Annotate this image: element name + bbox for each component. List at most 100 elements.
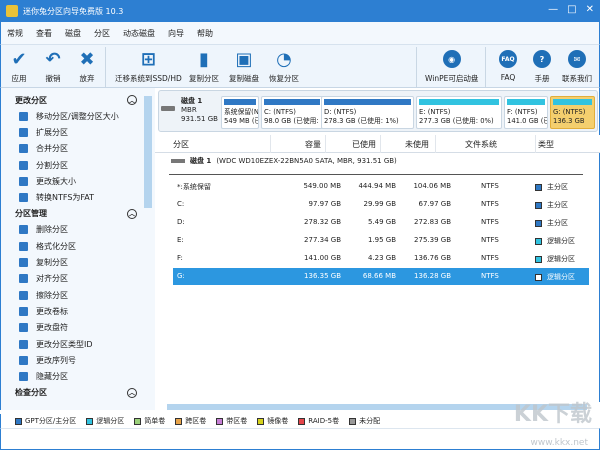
apply-button[interactable]: ✔ 应用 — [9, 49, 29, 84]
manual-button[interactable]: ? 手册 — [532, 49, 552, 84]
section-change-partition[interactable]: 更改分区 ︿ — [1, 92, 155, 108]
cell: 136.35 GB — [304, 272, 341, 280]
migrate-os-button[interactable]: ⊞ 迁移系统到SSD/HD — [115, 49, 182, 84]
legend-swatch-icon — [298, 417, 306, 425]
title-bar: 迷你兔分区向导免费版 10.3 — □ ✕ — [0, 0, 600, 22]
menu-help[interactable]: 帮助 — [197, 28, 213, 39]
copy-disk-button[interactable]: ▣ 复制磁盘 — [229, 49, 259, 84]
legend-swatch-icon — [216, 417, 224, 425]
copy-partition-button[interactable]: ▮ 复制分区 — [189, 49, 219, 84]
legend-item: 简单卷 — [134, 416, 165, 426]
faq-button[interactable]: FAQ FAQ — [498, 49, 518, 82]
menu-partition[interactable]: 分区 — [94, 28, 110, 39]
sidebar-item-icon — [19, 323, 28, 333]
cell: G: — [177, 272, 185, 280]
sidebar-item-icon — [19, 127, 28, 137]
menu-disk[interactable]: 磁盘 — [65, 28, 81, 39]
legend-swatch-icon — [257, 417, 265, 425]
menu-wizard[interactable]: 向导 — [168, 28, 184, 39]
legend-item: 未分配 — [349, 416, 380, 426]
recover-partition-button[interactable]: ◔ 恢复分区 — [269, 49, 299, 84]
checkmark-icon: ✔ — [11, 48, 27, 70]
table-row[interactable]: D: 278.32 GB 5.49 GB 272.83 GB NTFS 主分区 — [173, 214, 589, 231]
menu-general[interactable]: 常规 — [7, 28, 23, 39]
discard-button[interactable]: ✖ 放弃 — [77, 49, 97, 84]
collapse-icon[interactable]: ︿ — [127, 208, 137, 219]
cell: 29.99 GB — [363, 200, 397, 208]
partition-block[interactable]: D: (NTFS) 278.3 GB (已使用: 1%) — [321, 96, 414, 129]
partition-bar — [419, 99, 499, 105]
undo-button[interactable]: ↶ 撤销 — [43, 49, 63, 84]
sidebar-item[interactable]: 更改分区类型ID — [1, 336, 155, 352]
sidebar: 更改分区 ︿ 移动分区/调整分区大小 扩展分区 合并分区 分割分区 更改簇大小 转换NTFS… — [0, 88, 155, 410]
main-panel: 磁盘 1MBR931.51 GB 系统保留(NTFS)549 MB (已使用: … — [155, 88, 600, 410]
disc-icon: ◉ — [442, 50, 461, 68]
sidebar-item[interactable]: 擦除分区 — [1, 287, 155, 303]
cell: 5.49 GB — [367, 218, 396, 226]
table-row[interactable]: *:系统保留 549.00 MB 444.94 MB 104.06 MB NTFS 主分区 — [173, 178, 589, 195]
menu-view[interactable]: 查看 — [36, 28, 52, 39]
cell: 逻辑分区 — [535, 236, 575, 246]
col-used[interactable]: 已使用 — [352, 139, 376, 150]
partition-block[interactable]: G: (NTFS) 136.3 GB — [550, 96, 595, 129]
sidebar-item[interactable]: 对齐分区 — [1, 271, 155, 287]
sidebar-item[interactable]: 更改序列号 — [1, 352, 155, 368]
menu-dynamic-disk[interactable]: 动态磁盘 — [123, 28, 155, 39]
legend-item: 镜像卷 — [257, 416, 288, 426]
cell: 逻辑分区 — [535, 272, 575, 282]
col-unused[interactable]: 未使用 — [405, 139, 429, 150]
cell: 136.28 GB — [414, 272, 451, 280]
table-row[interactable]: G: 136.35 GB 68.66 MB 136.28 GB NTFS 逻辑分区 — [173, 268, 589, 285]
sidebar-item-icon — [19, 144, 28, 154]
collapse-icon[interactable]: ︿ — [127, 387, 137, 398]
sidebar-item[interactable]: 隐藏分区 — [1, 368, 155, 384]
col-type[interactable]: 类型 — [538, 139, 554, 150]
cell: NTFS — [481, 200, 499, 208]
sidebar-scrollbar[interactable] — [144, 96, 152, 208]
sidebar-item[interactable]: 分割分区 — [1, 157, 155, 173]
col-partition[interactable]: 分区 — [173, 139, 189, 150]
sidebar-item[interactable]: 更改盘符 — [1, 320, 155, 336]
cell: 主分区 — [535, 218, 568, 228]
partition-block[interactable]: C: (NTFS)98.0 GB (已使用: 30%) — [261, 96, 323, 129]
cell: 68.66 MB — [362, 272, 396, 280]
cell: NTFS — [481, 254, 499, 262]
collapse-icon[interactable]: ︿ — [127, 95, 137, 105]
section-partition-management[interactable]: 分区管理 ︿ — [1, 206, 155, 222]
table-row[interactable]: C: 97.97 GB 29.99 GB 67.97 GB NTFS 主分区 — [173, 196, 589, 213]
cell: 272.83 GB — [414, 218, 451, 226]
contact-button[interactable]: ✉ 联系我们 — [562, 49, 592, 84]
maximize-icon[interactable]: □ — [567, 4, 576, 15]
partition-block[interactable]: E: (NTFS) 277.3 GB (已使用: 0%) — [416, 96, 502, 129]
sidebar-item[interactable]: 更改卷标 — [1, 303, 155, 319]
hard-disk-icon — [161, 106, 175, 111]
table-row[interactable]: E: 277.34 GB 1.95 GB 275.39 GB NTFS 逻辑分区 — [173, 232, 589, 249]
table-row[interactable]: F: 141.00 GB 4.23 GB 136.76 GB NTFS 逻辑分区 — [173, 250, 589, 267]
col-filesystem[interactable]: 文件系统 — [465, 139, 497, 150]
cell: NTFS — [481, 272, 499, 280]
window-title: 迷你兔分区向导免费版 10.3 — [23, 6, 124, 16]
sidebar-item[interactable]: 移动分区/调整分区大小 — [1, 108, 155, 124]
sidebar-item[interactable]: 删除分区 — [1, 222, 155, 238]
recover-partition-icon: ◔ — [276, 48, 292, 70]
sidebar-item[interactable]: 转换NTFS为FAT — [1, 189, 155, 205]
disk-row[interactable]: 磁盘 1 (WDC WD10EZEX-22BN5A0 SATA, MBR, 93… — [171, 156, 397, 166]
menu-bar: 常规 查看 磁盘 分区 动态磁盘 向导 帮助 — [0, 22, 600, 44]
partition-bar — [224, 99, 256, 105]
divider — [169, 174, 583, 175]
sidebar-item[interactable]: 格式化分区 — [1, 238, 155, 254]
minimize-icon[interactable]: — — [548, 4, 558, 15]
sidebar-item[interactable]: 扩展分区 — [1, 124, 155, 140]
sidebar-item[interactable]: 合并分区 — [1, 141, 155, 157]
section-check-partition[interactable]: 检查分区 ︿ — [1, 385, 155, 401]
disk-info[interactable]: 磁盘 1 MBR 931.51 GB — [161, 97, 218, 124]
col-capacity[interactable]: 容量 — [305, 139, 321, 150]
partition-block[interactable]: F: (NTFS)141.0 GB (已使用: 2%) — [504, 96, 548, 129]
close-icon[interactable]: ✕ — [586, 4, 594, 15]
sidebar-item[interactable]: 更改簇大小 — [1, 173, 155, 189]
sidebar-item[interactable]: 复制分区 — [1, 254, 155, 270]
partition-block[interactable]: 系统保留(NTFS)549 MB (已使用: 81%) — [221, 96, 259, 129]
status-bar — [0, 428, 600, 450]
winpe-button[interactable]: ◉ WinPE可启动盘 — [425, 49, 478, 84]
cell: 97.97 GB — [308, 200, 342, 208]
